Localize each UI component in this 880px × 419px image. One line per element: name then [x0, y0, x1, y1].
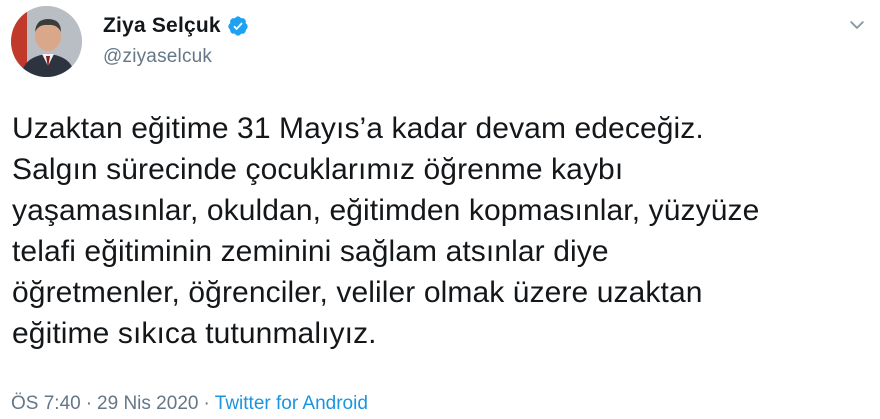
tweet-text-line: eğitime sıkıca tutunmalıyız.: [12, 317, 377, 350]
author-row: Ziya Selçuk: [103, 12, 249, 40]
tweet-header: Ziya Selçuk @ziyaselcuk: [103, 12, 249, 68]
tweet-meta: ÖS 7:40 · 29 Nis 2020 · Twitter for Andr…: [11, 393, 368, 415]
tweet-card: Ziya Selçuk @ziyaselcuk Uzaktan eğitime …: [0, 0, 880, 419]
tweet-text-line: Salgın sürecinde çocuklarımız öğrenme ka…: [12, 153, 624, 186]
meta-separator: ·: [85, 393, 93, 414]
meta-separator: ·: [203, 393, 210, 414]
tweet-text-line: Uzaktan eğitime 31 Mayıs’a kadar devam e…: [12, 112, 704, 145]
avatar[interactable]: [11, 6, 82, 77]
author-handle[interactable]: @ziyaselcuk: [103, 46, 249, 68]
tweet-text: Uzaktan eğitime 31 Mayıs’a kadar devam e…: [12, 108, 872, 354]
tweet-time[interactable]: ÖS 7:40: [11, 393, 81, 415]
tweet-date[interactable]: 29 Nis 2020: [97, 393, 198, 415]
author-display-name[interactable]: Ziya Selçuk: [103, 14, 221, 38]
tweet-text-line: yaşamasınlar, okuldan, eğitimden kopması…: [12, 194, 760, 227]
tweet-text-line: öğretmenler, öğrenciler, veliler olmak ü…: [12, 276, 703, 309]
tweet-menu-button[interactable]: [844, 12, 870, 38]
verified-badge-icon: [227, 15, 249, 37]
chevron-down-icon: [850, 21, 864, 29]
tweet-text-line: telafi eğitiminin zeminini sağlam atsınl…: [12, 235, 609, 268]
avatar-image: [11, 6, 82, 77]
tweet-source-link[interactable]: Twitter for Android: [215, 393, 368, 415]
